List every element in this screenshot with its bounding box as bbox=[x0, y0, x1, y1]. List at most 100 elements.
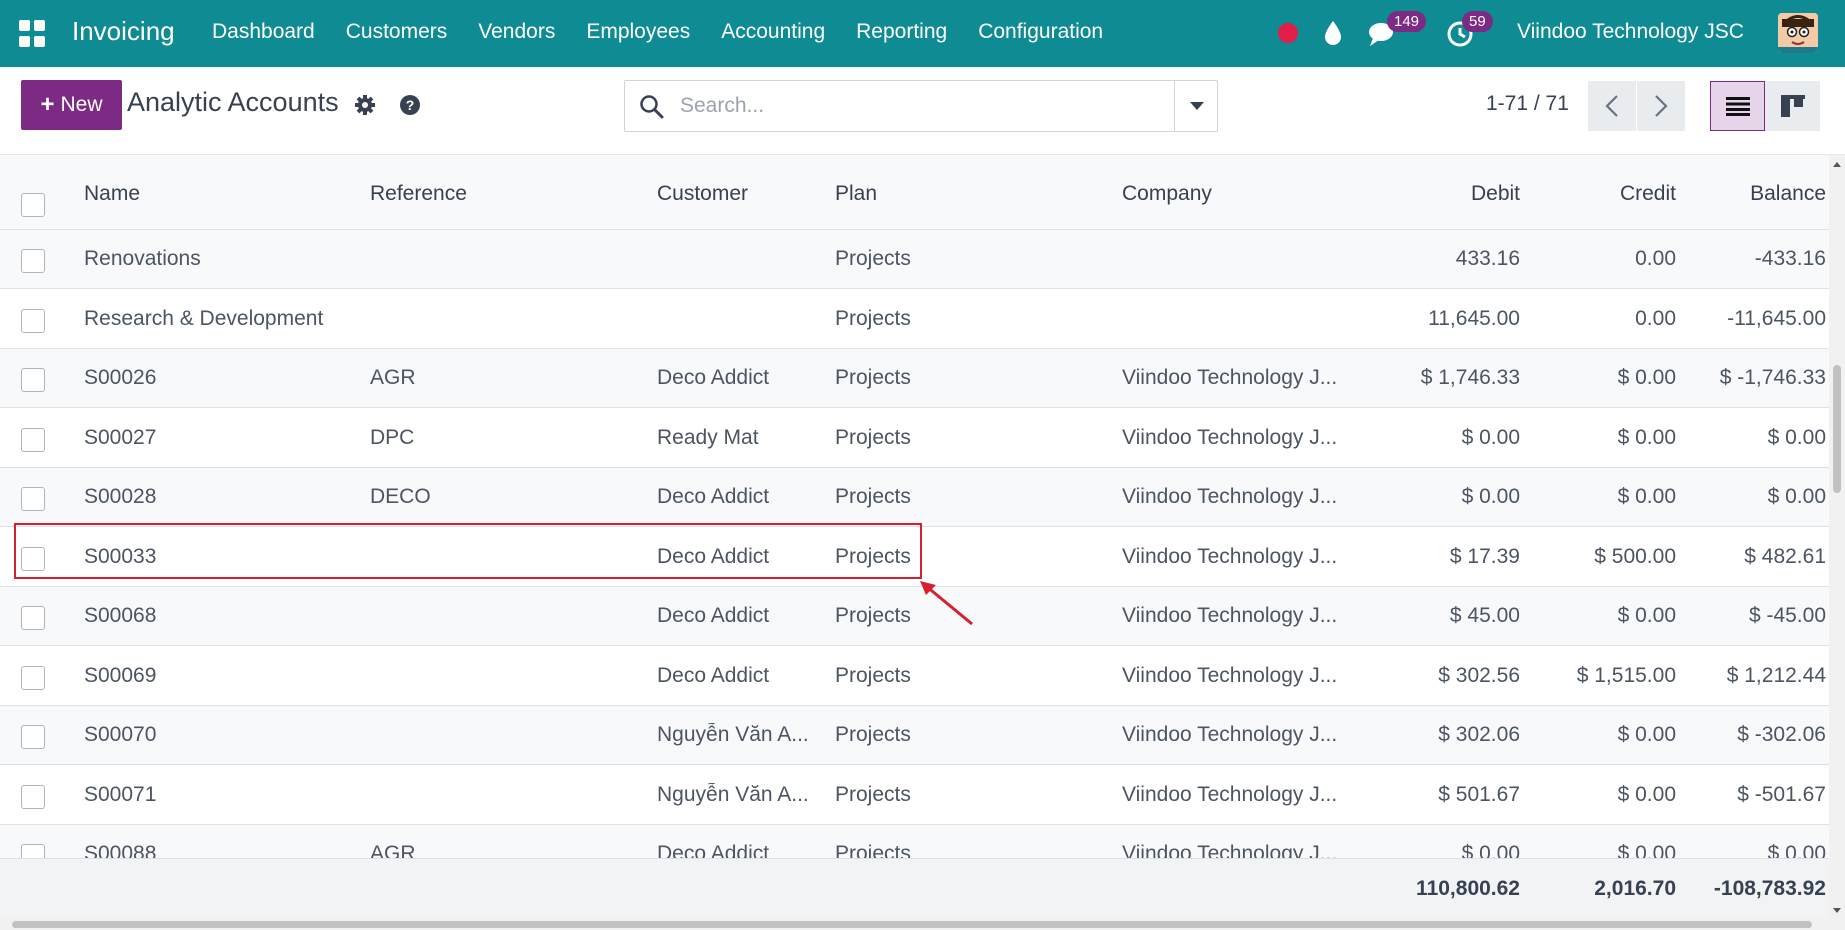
search-options-toggle[interactable] bbox=[1174, 81, 1218, 131]
column-header-reference[interactable]: Reference bbox=[370, 182, 467, 206]
cell-customer: Nguyễn Văn A... bbox=[657, 782, 809, 806]
column-header-customer[interactable]: Customer bbox=[657, 182, 748, 206]
cell-balance: $ -302.06 bbox=[1737, 723, 1826, 746]
table-row[interactable]: Research & Development Projects 11,645.00 0… bbox=[0, 290, 1829, 349]
menu-item-customers[interactable]: Customers bbox=[346, 20, 448, 44]
cell-balance: -433.16 bbox=[1754, 247, 1826, 270]
cell-name: S00026 bbox=[84, 366, 157, 389]
column-header-company[interactable]: Company bbox=[1122, 182, 1212, 206]
table-row[interactable]: S00068 Deco Addict Projects Viindoo Technol… bbox=[0, 587, 1829, 646]
menu-item-configuration[interactable]: Configuration bbox=[978, 20, 1103, 44]
activity-count-badge: 59 bbox=[1462, 11, 1493, 32]
column-header-plan[interactable]: Plan bbox=[835, 182, 877, 206]
horizontal-scrollbar-thumb[interactable] bbox=[12, 921, 1812, 928]
cell-debit: $ 45.00 bbox=[1449, 604, 1520, 627]
list-view-button[interactable] bbox=[1710, 81, 1765, 131]
pager-value[interactable]: 1-71 / 71 bbox=[1486, 92, 1569, 116]
cell-debit: $ 1,746.33 bbox=[1420, 366, 1520, 389]
table-row[interactable]: S00026 AGR Deco Addict Projects Viindoo Tech… bbox=[0, 349, 1829, 408]
cell-credit: 0.00 bbox=[1635, 306, 1676, 330]
row-checkbox[interactable] bbox=[21, 308, 45, 333]
horizontal-scrollbar[interactable] bbox=[0, 918, 1845, 930]
cell-customer: Nguyễn Văn A... bbox=[657, 723, 809, 746]
cell-credit: $ 0.00 bbox=[1617, 723, 1676, 746]
cell-plan: Projects bbox=[835, 247, 911, 270]
apps-menu-icon[interactable] bbox=[19, 20, 46, 47]
menu-item-reporting[interactable]: Reporting bbox=[856, 20, 947, 44]
cell-credit: $ 500.00 bbox=[1594, 544, 1676, 568]
row-checkbox[interactable] bbox=[21, 725, 45, 749]
table-row[interactable]: S00027 DPC Ready Mat Projects Viindoo Techno… bbox=[0, 409, 1829, 468]
user-avatar[interactable] bbox=[1778, 13, 1818, 53]
new-button[interactable]: + New bbox=[21, 80, 122, 130]
help-icon[interactable]: ? bbox=[400, 95, 420, 115]
column-header-balance[interactable]: Balance bbox=[1750, 182, 1826, 206]
cell-credit: $ 0.00 bbox=[1617, 782, 1676, 806]
cell-company: Viindoo Technology J... bbox=[1122, 366, 1338, 389]
column-header-debit[interactable]: Debit bbox=[1471, 182, 1520, 206]
row-checkbox[interactable] bbox=[21, 784, 45, 809]
cell-debit: $ 0.00 bbox=[1461, 425, 1520, 449]
pager-previous-button[interactable] bbox=[1588, 81, 1636, 131]
cell-company: Viindoo Technology J... bbox=[1122, 485, 1338, 508]
cell-plan: Projects bbox=[835, 723, 911, 746]
gear-icon[interactable] bbox=[354, 94, 376, 116]
total-balance: -108,783.92 bbox=[1713, 877, 1826, 900]
cell-plan: Projects bbox=[835, 485, 911, 508]
menu-item-employees[interactable]: Employees bbox=[586, 20, 690, 44]
scroll-down-icon[interactable] bbox=[1829, 906, 1845, 916]
list-view-icon bbox=[1725, 97, 1750, 116]
record-icon[interactable] bbox=[1278, 23, 1298, 43]
main-menu: Dashboard Customers Vendors Employees Ac… bbox=[212, 20, 1134, 44]
table-row[interactable]: S00070 Nguyễn Văn A... Projects Viindoo Tec… bbox=[0, 706, 1829, 765]
row-checkbox[interactable] bbox=[21, 487, 45, 511]
drop-icon[interactable] bbox=[1322, 20, 1344, 46]
scroll-up-icon[interactable] bbox=[1829, 159, 1845, 169]
column-header-name[interactable]: Name bbox=[84, 182, 140, 206]
cell-plan: Projects bbox=[835, 663, 911, 687]
table-row[interactable]: S00069 Deco Addict Projects Viindoo Technol… bbox=[0, 647, 1829, 706]
cell-credit: $ 0.00 bbox=[1617, 366, 1676, 389]
cell-name: S00033 bbox=[84, 544, 157, 568]
vertical-scrollbar-thumb[interactable] bbox=[1833, 365, 1841, 493]
chat-count-badge: 149 bbox=[1387, 11, 1427, 32]
select-all-checkbox[interactable] bbox=[21, 193, 45, 217]
cell-reference: DPC bbox=[370, 425, 415, 449]
menu-item-accounting[interactable]: Accounting bbox=[721, 20, 825, 44]
caret-down-icon bbox=[1189, 102, 1204, 110]
row-checkbox[interactable] bbox=[21, 665, 45, 690]
vertical-scrollbar[interactable] bbox=[1829, 155, 1845, 918]
table-row[interactable]: S00033 Deco Addict Projects Viindoo Technol… bbox=[0, 528, 1829, 587]
page-title: Analytic Accounts bbox=[127, 87, 339, 117]
cell-balance: $ -45.00 bbox=[1748, 604, 1826, 627]
menu-item-vendors[interactable]: Vendors bbox=[478, 20, 555, 44]
row-checkbox[interactable] bbox=[21, 606, 45, 630]
cell-customer: Deco Addict bbox=[657, 604, 770, 627]
cell-company: Viindoo Technology J... bbox=[1122, 663, 1338, 687]
menu-item-dashboard[interactable]: Dashboard bbox=[212, 20, 315, 44]
table-row[interactable]: S00028 DECO Deco Addict Projects Viindoo Tec… bbox=[0, 468, 1829, 527]
cell-name: S00068 bbox=[84, 604, 157, 627]
cell-plan: Projects bbox=[835, 604, 911, 627]
cell-plan: Projects bbox=[835, 782, 911, 806]
table-row[interactable]: S00071 Nguyễn Văn A... Projects Viindoo Tec… bbox=[0, 766, 1829, 825]
cell-name: S00069 bbox=[84, 663, 157, 687]
kanban-view-button[interactable] bbox=[1765, 81, 1820, 131]
table-row[interactable]: Renovations Projects 433.16 0.00 -433.16 bbox=[0, 230, 1829, 289]
pager-next-button[interactable] bbox=[1637, 81, 1685, 131]
company-switcher[interactable]: Viindoo Technology JSC bbox=[1517, 20, 1744, 44]
column-header-credit[interactable]: Credit bbox=[1620, 182, 1676, 206]
row-checkbox[interactable] bbox=[21, 427, 45, 452]
cell-name: Research & Development bbox=[84, 306, 324, 330]
cell-balance: $ 0.00 bbox=[1767, 425, 1826, 449]
row-checkbox[interactable] bbox=[21, 249, 45, 273]
cell-company: Viindoo Technology J... bbox=[1122, 425, 1338, 449]
cell-company: Viindoo Technology J... bbox=[1122, 782, 1338, 806]
row-checkbox[interactable] bbox=[21, 368, 45, 392]
search-input[interactable] bbox=[680, 89, 1140, 123]
cell-name: S00070 bbox=[84, 723, 157, 746]
row-checkbox[interactable] bbox=[21, 546, 45, 571]
cell-balance: $ -1,746.33 bbox=[1719, 366, 1826, 389]
app-name[interactable]: Invoicing bbox=[72, 16, 175, 47]
cell-balance: $ -501.67 bbox=[1737, 782, 1826, 806]
